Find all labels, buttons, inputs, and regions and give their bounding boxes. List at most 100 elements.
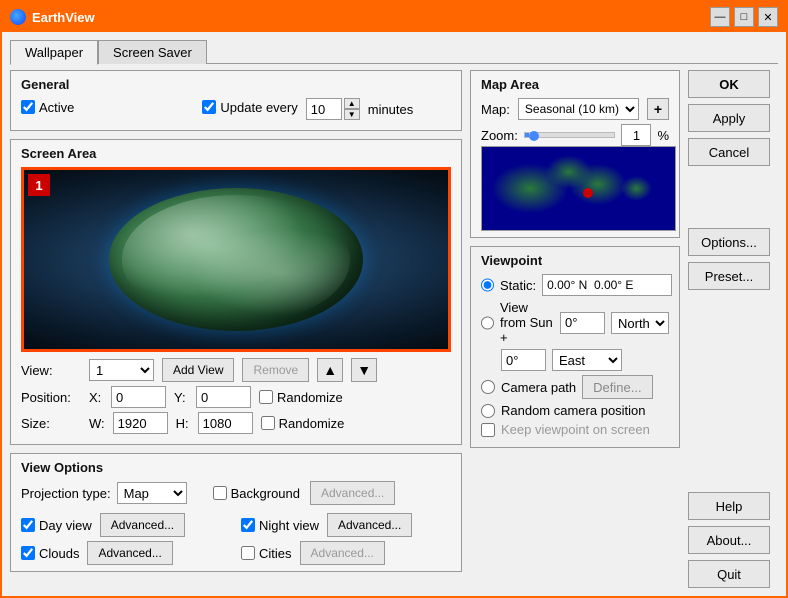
update-checkbox-label[interactable]: Update every — [202, 100, 297, 115]
zoom-percent-label: % — [657, 128, 669, 143]
camera-path-radio[interactable] — [481, 380, 495, 394]
advanced3-button[interactable]: Advanced... — [327, 513, 412, 537]
zoom-slider-container[interactable] — [524, 127, 616, 143]
view-select[interactable]: 1 — [89, 359, 154, 381]
clouds-checkbox[interactable] — [21, 546, 35, 560]
cities-row: Cities Advanced... — [241, 541, 451, 565]
y-label: Y: — [174, 390, 188, 405]
sun-view-row: View from Sun + North — [481, 300, 669, 345]
cities-label[interactable]: Cities — [241, 546, 292, 561]
randomize2-label: Randomize — [279, 416, 345, 431]
night-view-checkbox[interactable] — [241, 518, 255, 532]
cancel-button[interactable]: Cancel — [688, 138, 770, 166]
view-opts-grid: Day view Advanced... Night view Advanced… — [21, 513, 451, 565]
tab-wallpaper[interactable]: Wallpaper — [10, 40, 98, 65]
spinner-down[interactable]: ▼ — [344, 109, 360, 120]
zoom-thumb[interactable] — [529, 131, 539, 141]
map-plus-button[interactable]: + — [647, 98, 669, 120]
about-button[interactable]: About... — [688, 526, 770, 554]
keep-viewpoint-checkbox[interactable] — [481, 423, 495, 437]
view-options-title: View Options — [21, 460, 451, 475]
randomize-label: Randomize — [277, 390, 343, 405]
map-select[interactable]: Seasonal (10 km) — [518, 98, 639, 120]
background-checkbox-label[interactable]: Background — [213, 486, 300, 501]
general-section: General Active Update every 10 — [10, 70, 462, 131]
close-button[interactable]: ✕ — [758, 7, 778, 27]
active-checkbox-label[interactable]: Active — [21, 100, 74, 115]
titlebar: EarthView — □ ✕ — [2, 2, 786, 32]
tabs-row: Wallpaper Screen Saver — [10, 40, 778, 64]
sun-label: View from Sun + — [500, 300, 554, 345]
view-options-section: View Options Projection type: Map Backgr… — [10, 453, 462, 572]
window-title: EarthView — [32, 10, 704, 25]
update-checkbox[interactable] — [202, 100, 216, 114]
quit-button[interactable]: Quit — [688, 560, 770, 588]
night-view-text: Night view — [259, 518, 319, 533]
spinner-up[interactable]: ▲ — [344, 98, 360, 109]
move-up-button[interactable]: ▲ — [317, 358, 343, 382]
left-panel: General Active Update every 10 — [10, 70, 462, 588]
map-label: Map: — [481, 102, 510, 117]
size-row: Size: W: H: Randomize — [21, 412, 451, 434]
screen-preview: 1 — [21, 167, 451, 352]
static-label: Static: — [500, 278, 536, 293]
preset-button[interactable]: Preset... — [688, 262, 770, 290]
advanced4-button[interactable]: Advanced... — [87, 541, 172, 565]
advanced2-button[interactable]: Advanced... — [100, 513, 185, 537]
random-camera-radio[interactable] — [481, 404, 495, 418]
advanced5-button[interactable]: Advanced... — [300, 541, 385, 565]
day-view-checkbox[interactable] — [21, 518, 35, 532]
randomize2-checkbox-label[interactable]: Randomize — [261, 416, 345, 431]
help-button[interactable]: Help — [688, 492, 770, 520]
update-value-input[interactable]: 10 — [306, 98, 342, 120]
earth-clouds — [122, 195, 351, 324]
titlebar-buttons: — □ ✕ — [710, 7, 778, 27]
cities-checkbox[interactable] — [241, 546, 255, 560]
coord-input[interactable] — [542, 274, 672, 296]
main-window: EarthView — □ ✕ Wallpaper Screen Saver G… — [0, 0, 788, 598]
tab-screen-saver[interactable]: Screen Saver — [98, 40, 207, 64]
move-down-button[interactable]: ▼ — [351, 358, 377, 382]
zoom-value-input[interactable] — [621, 124, 651, 146]
east-select[interactable]: East — [552, 349, 622, 371]
sun-value1-input[interactable] — [560, 312, 605, 334]
sun-value2-input[interactable] — [501, 349, 546, 371]
background-checkbox[interactable] — [213, 486, 227, 500]
active-checkbox[interactable] — [21, 100, 35, 114]
north-select[interactable]: North — [611, 312, 669, 334]
w-label: W: — [89, 416, 105, 431]
add-view-button[interactable]: Add View — [162, 358, 234, 382]
view-controls-row: View: 1 Add View Remove ▲ ▼ — [21, 358, 451, 382]
randomize-checkbox-label[interactable]: Randomize — [259, 390, 343, 405]
active-label: Active — [39, 100, 74, 115]
sun-radio[interactable] — [481, 316, 494, 330]
options-button[interactable]: Options... — [688, 228, 770, 256]
screen-badge: 1 — [28, 174, 50, 196]
w-input[interactable] — [113, 412, 168, 434]
ok-button[interactable]: OK — [688, 70, 770, 98]
projection-select[interactable]: Map — [117, 482, 187, 504]
advanced1-button[interactable]: Advanced... — [310, 481, 395, 505]
y-input[interactable] — [196, 386, 251, 408]
day-view-label[interactable]: Day view — [21, 518, 92, 533]
remove-button[interactable]: Remove — [242, 358, 309, 382]
camera-path-row: Camera path Define... — [481, 375, 669, 399]
keep-viewpoint-row: Keep viewpoint on screen — [481, 422, 669, 437]
zoom-slider[interactable] — [524, 132, 616, 138]
h-input[interactable] — [198, 412, 253, 434]
clouds-text: Clouds — [39, 546, 79, 561]
minimize-button[interactable]: — — [710, 7, 730, 27]
define-button[interactable]: Define... — [582, 375, 652, 399]
night-view-label[interactable]: Night view — [241, 518, 319, 533]
static-radio[interactable] — [481, 278, 494, 292]
x-input[interactable] — [111, 386, 166, 408]
projection-label: Projection type: — [21, 486, 111, 501]
map-select-row: Map: Seasonal (10 km) + — [481, 98, 669, 120]
randomize-checkbox[interactable] — [259, 390, 273, 404]
apply-button[interactable]: Apply — [688, 104, 770, 132]
zoom-label: Zoom: — [481, 128, 518, 143]
background-label: Background — [231, 486, 300, 501]
clouds-label[interactable]: Clouds — [21, 546, 79, 561]
maximize-button[interactable]: □ — [734, 7, 754, 27]
randomize2-checkbox[interactable] — [261, 416, 275, 430]
